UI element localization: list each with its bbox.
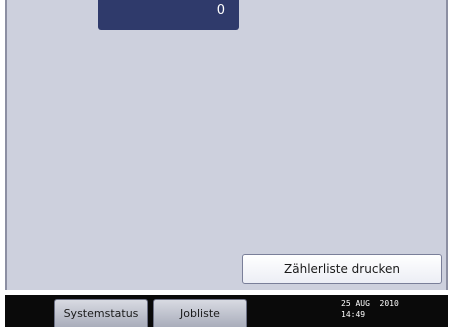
- date-time-display: 25 AUG 2010 14:49: [341, 298, 399, 320]
- main-panel: 0: [5, 0, 448, 290]
- job-list-button[interactable]: Jobliste: [153, 299, 247, 327]
- counter-value: 0: [216, 3, 225, 18]
- print-counter-list-button[interactable]: Zählerliste drucken: [242, 254, 442, 284]
- status-bar: Systemstatus Jobliste 25 AUG 2010 14:49: [5, 295, 448, 327]
- system-status-button[interactable]: Systemstatus: [54, 299, 148, 327]
- counter-display: 0: [98, 0, 239, 30]
- date-text: 25 AUG 2010: [341, 299, 399, 308]
- copier-display-screen: 0 Zählerliste drucken Systemstatus Jobli…: [0, 0, 453, 327]
- time-text: 14:49: [341, 310, 366, 319]
